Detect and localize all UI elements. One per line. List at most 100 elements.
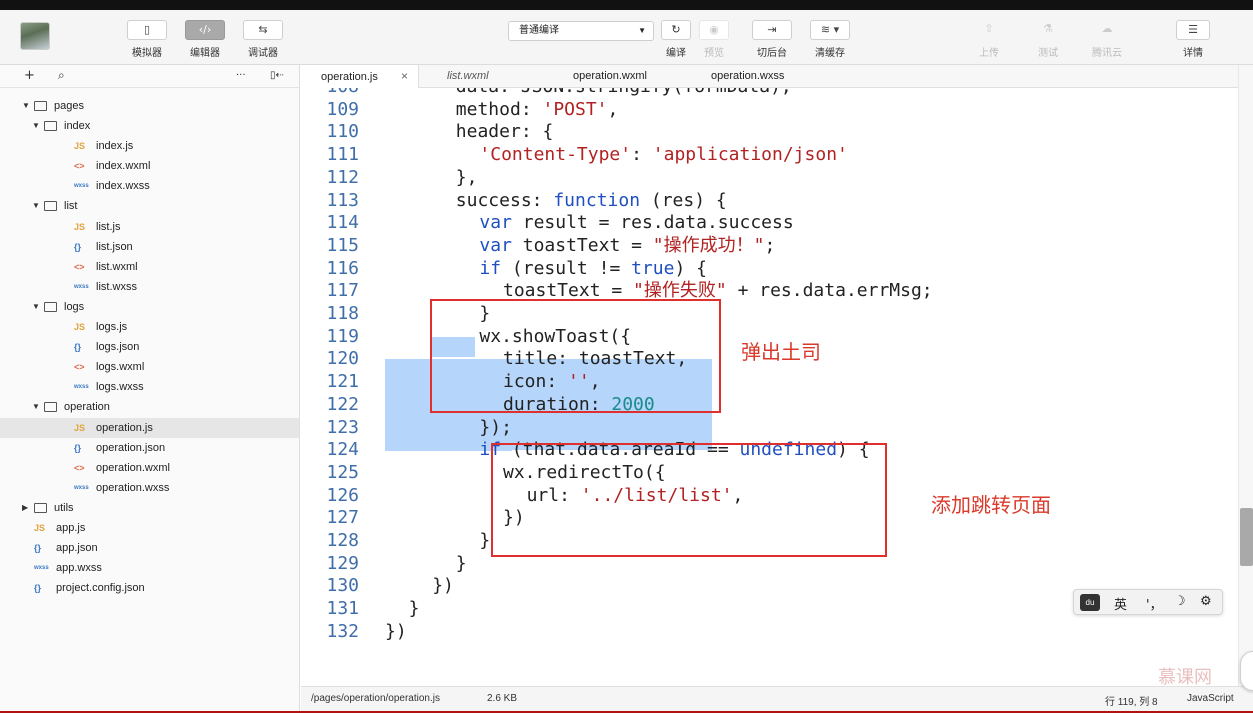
tree-item[interactable]: {} app.json <box>0 538 299 558</box>
tree-item[interactable]: <> list.wxml <box>0 257 299 277</box>
line-number: 129 <box>326 552 359 574</box>
phone-icon: ▯ <box>127 20 167 40</box>
chevron-down-icon[interactable]: ▼ <box>32 297 40 317</box>
tree-item[interactable]: ▶ utils <box>0 498 299 518</box>
tree-item[interactable]: wxss logs.wxss <box>0 377 299 397</box>
tab-operation-wxml[interactable]: operation.wxml <box>573 65 647 88</box>
tree-item[interactable]: wxss app.wxss <box>0 558 299 578</box>
ime-toolbar[interactable]: du 英 '， ☽ ⚙ <box>1073 589 1223 615</box>
wxml-file-icon: <> <box>74 261 85 272</box>
code-text: } <box>408 598 420 620</box>
folder-name: list <box>64 200 78 213</box>
file-name: list.js <box>96 220 121 233</box>
tree-item[interactable]: JS list.js <box>0 217 299 237</box>
json-file-icon: {} <box>34 583 42 594</box>
tree-item[interactable]: wxss list.wxss <box>0 277 299 297</box>
menu-icon: ☰ <box>1176 20 1210 40</box>
folder-icon <box>34 101 47 111</box>
folder-name: pages <box>54 100 84 112</box>
editor-button[interactable]: ‹/› 编辑器 <box>178 20 232 59</box>
ime-punctuation-toggle[interactable]: '， <box>1146 594 1163 613</box>
editor-scrollbar[interactable] <box>1238 65 1253 686</box>
clear-cache-button[interactable]: ≋ ▾ 清缓存 <box>803 20 857 59</box>
chevron-down-icon[interactable]: ▼ <box>32 397 40 417</box>
tree-item[interactable]: wxss operation.wxss <box>0 478 299 498</box>
tree-item[interactable]: wxss index.wxss <box>0 176 299 196</box>
line-number: 110 <box>326 121 359 143</box>
tree-item[interactable]: ▼ pages <box>0 96 299 116</box>
tab-operation-wxss[interactable]: operation.wxss <box>711 65 784 88</box>
wxss-file-icon: wxss <box>74 183 89 190</box>
chevron-down-icon[interactable]: ▼ <box>22 96 30 116</box>
tree-item[interactable]: ▼ operation <box>0 397 299 417</box>
tree-item[interactable]: <> operation.wxml <box>0 458 299 478</box>
close-icon[interactable]: × <box>401 69 408 83</box>
chevron-right-icon[interactable]: ▶ <box>22 498 28 518</box>
compile-button[interactable]: ↻ 编译 <box>660 20 692 59</box>
code-text: 'Content-Type': 'application/json' <box>479 144 848 166</box>
scrollbar-thumb[interactable] <box>1240 508 1253 566</box>
tree-item[interactable]: ▼ logs <box>0 297 299 317</box>
tree-item[interactable]: <> index.wxml <box>0 156 299 176</box>
code-text: var toastText = "操作成功！"; <box>479 234 776 256</box>
switch-background-icon: ⇥ <box>752 20 792 40</box>
file-name: app.json <box>56 542 98 555</box>
preview-button[interactable]: ◉ 预览 <box>698 20 730 59</box>
avatar[interactable] <box>20 22 50 50</box>
tree-item[interactable]: JS index.js <box>0 136 299 156</box>
tree-item[interactable]: {} operation.json <box>0 438 299 458</box>
debugger-button[interactable]: ⇆ 调试器 <box>236 20 290 59</box>
file-path: /pages/operation/operation.js <box>311 693 440 704</box>
wxml-file-icon: <> <box>74 161 85 172</box>
file-name: operation.json <box>96 441 166 454</box>
tree-item[interactable]: {} list.json <box>0 237 299 257</box>
code-text: success: function (res) { <box>455 189 727 211</box>
tree-item[interactable]: ▼ list <box>0 196 299 216</box>
tree-item[interactable]: {} project.config.json <box>0 578 299 598</box>
folder-icon <box>44 301 57 312</box>
layers-icon: ≋ ▾ <box>810 20 850 40</box>
wxml-file-icon: <> <box>74 362 85 373</box>
background-button[interactable]: ⇥ 切后台 <box>745 20 799 59</box>
tree-item[interactable]: JS logs.js <box>0 317 299 337</box>
tab-operation-js[interactable]: operation.js × <box>301 65 419 88</box>
add-icon[interactable]: + <box>24 68 35 83</box>
file-name: index.wxml <box>96 160 151 173</box>
collapse-sidebar-icon[interactable]: ▯⇠ <box>270 70 284 81</box>
test-button[interactable]: ⚗ 测试 <box>1032 20 1064 59</box>
json-file-icon: {} <box>74 342 82 353</box>
chevron-down-icon[interactable]: ▼ <box>32 116 40 136</box>
more-icon[interactable]: ··· <box>236 70 246 81</box>
tree-item[interactable]: JS operation.js <box>0 417 299 438</box>
chevron-down-icon[interactable]: ▼ <box>32 196 40 216</box>
line-number: 127 <box>326 507 359 529</box>
gear-icon[interactable]: ⚙ <box>1200 594 1212 609</box>
line-number: 123 <box>326 416 359 438</box>
status-bar: /pages/operation/operation.js 2.6 KB 行 1… <box>301 686 1253 711</box>
tree-item[interactable]: JS app.js <box>0 518 299 538</box>
language-mode[interactable]: JavaScript <box>1187 693 1234 704</box>
upload-button[interactable]: ⇧ 上传 <box>973 20 1005 59</box>
tree-item[interactable]: ▼ index <box>0 116 299 136</box>
tree-item[interactable]: <> logs.wxml <box>0 357 299 377</box>
compile-mode-select[interactable]: 普通编译 ▼ <box>508 21 654 41</box>
search-icon[interactable]: ⌕ <box>58 68 65 83</box>
json-file-icon: {} <box>74 241 82 252</box>
tab-list-wxml[interactable]: list.wxml <box>447 65 489 88</box>
moon-icon[interactable]: ☽ <box>1174 594 1186 609</box>
cursor-position[interactable]: 行 119, 列 8 <box>1105 693 1158 708</box>
ime-language-toggle[interactable]: 英 <box>1114 594 1127 613</box>
code-text: }) <box>385 620 407 642</box>
tree-item[interactable]: {} logs.json <box>0 337 299 357</box>
file-size: 2.6 KB <box>487 693 518 704</box>
simulator-button[interactable]: ▯ 模拟器 <box>120 20 174 59</box>
code-text: }) <box>432 575 454 597</box>
folder-name: logs <box>64 300 85 313</box>
tencent-cloud-button[interactable]: ☁ 腾讯云 <box>1090 20 1124 59</box>
file-name: logs.wxml <box>96 361 145 374</box>
details-button[interactable]: ☰ 详情 <box>1166 20 1220 59</box>
floating-round-button[interactable] <box>1240 651 1253 691</box>
js-file-icon: JS <box>74 141 86 152</box>
caret-down-icon: ▼ <box>638 26 646 35</box>
folder-name: index <box>64 120 91 133</box>
